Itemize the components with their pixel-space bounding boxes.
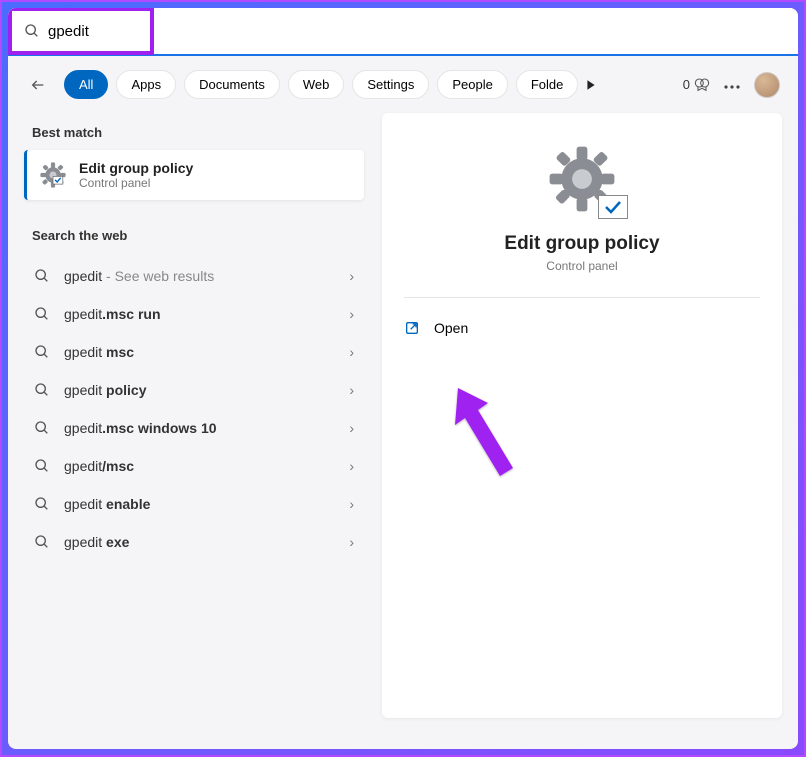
more-options-button[interactable] <box>724 76 740 94</box>
web-result[interactable]: gpedit.msc windows 10 › <box>24 409 364 447</box>
best-match-header: Best match <box>24 113 364 150</box>
web-result[interactable]: gpedit/msc › <box>24 447 364 485</box>
best-match-result[interactable]: Edit group policy Control panel <box>24 150 364 200</box>
search-icon <box>34 344 50 360</box>
search-window: All Apps Documents Web Settings People F… <box>8 8 798 749</box>
web-result[interactable]: gpedit - See web results › <box>24 257 364 295</box>
open-action[interactable]: Open <box>404 316 760 340</box>
filter-row: All Apps Documents Web Settings People F… <box>8 56 798 113</box>
best-match-title: Edit group policy <box>79 160 193 176</box>
search-icon <box>34 534 50 550</box>
search-input[interactable] <box>48 23 128 40</box>
chevron-right-icon: › <box>349 268 354 284</box>
check-badge-icon <box>598 195 628 219</box>
detail-subtitle: Control panel <box>546 259 617 273</box>
detail-panel: Edit group policy Control panel Open <box>382 113 782 718</box>
arrow-left-icon <box>30 77 46 93</box>
user-avatar[interactable] <box>754 72 780 98</box>
header-right: 0 <box>683 72 780 98</box>
filter-apps[interactable]: Apps <box>116 70 176 99</box>
search-icon <box>34 306 50 322</box>
search-icon <box>34 420 50 436</box>
chevron-right-icon: › <box>349 458 354 474</box>
rewards-icon <box>694 77 710 93</box>
web-result-label: gpedit/msc <box>64 458 335 474</box>
web-result[interactable]: gpedit msc › <box>24 333 364 371</box>
filter-settings[interactable]: Settings <box>352 70 429 99</box>
web-result-label: gpedit policy <box>64 382 335 398</box>
rewards-indicator[interactable]: 0 <box>683 77 710 93</box>
search-bar <box>8 8 798 56</box>
web-result[interactable]: gpedit exe › <box>24 523 364 561</box>
best-match-subtitle: Control panel <box>79 176 193 190</box>
web-result-label: gpedit - See web results <box>64 268 335 284</box>
control-panel-gear-icon <box>39 161 67 189</box>
web-results-header: Search the web <box>24 216 364 253</box>
web-result[interactable]: gpedit policy › <box>24 371 364 409</box>
search-icon <box>34 496 50 512</box>
detail-gear-icon <box>546 143 618 215</box>
ellipsis-icon <box>724 85 740 89</box>
filter-more-button[interactable] <box>582 76 600 94</box>
filter-all[interactable]: All <box>64 70 108 99</box>
open-external-icon <box>404 320 420 336</box>
search-icon <box>34 458 50 474</box>
search-icon <box>24 23 40 39</box>
triangle-right-icon <box>585 79 597 91</box>
web-result-label: gpedit msc <box>64 344 335 360</box>
search-input-highlight <box>8 8 154 55</box>
chevron-right-icon: › <box>349 496 354 512</box>
rewards-count: 0 <box>683 77 690 92</box>
best-match-text: Edit group policy Control panel <box>79 160 193 190</box>
chevron-right-icon: › <box>349 420 354 436</box>
results-column: Best match Edit group policy Control pan… <box>24 113 364 718</box>
filter-folders[interactable]: Folde <box>516 70 579 99</box>
chevron-right-icon: › <box>349 382 354 398</box>
chevron-right-icon: › <box>349 344 354 360</box>
search-icon <box>34 382 50 398</box>
back-button[interactable] <box>26 73 50 97</box>
web-result-label: gpedit.msc run <box>64 306 335 322</box>
web-result[interactable]: gpedit enable › <box>24 485 364 523</box>
web-result-label: gpedit.msc windows 10 <box>64 420 335 436</box>
web-result-label: gpedit enable <box>64 496 335 512</box>
open-action-label: Open <box>434 320 468 336</box>
web-results-list: gpedit - See web results › gpedit.msc ru… <box>24 257 364 561</box>
filter-documents[interactable]: Documents <box>184 70 280 99</box>
filter-web[interactable]: Web <box>288 70 345 99</box>
detail-title: Edit group policy <box>504 233 659 255</box>
filter-people[interactable]: People <box>437 70 507 99</box>
web-result[interactable]: gpedit.msc run › <box>24 295 364 333</box>
divider <box>404 297 760 298</box>
web-result-label: gpedit exe <box>64 534 335 550</box>
search-icon <box>34 268 50 284</box>
chevron-right-icon: › <box>349 306 354 322</box>
content-area: Best match Edit group policy Control pan… <box>8 113 798 734</box>
chevron-right-icon: › <box>349 534 354 550</box>
